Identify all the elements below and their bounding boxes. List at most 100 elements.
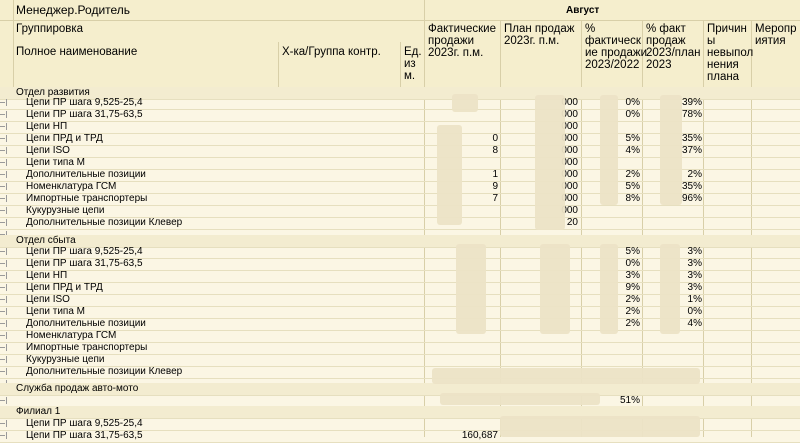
row-label: Номенклатура ГСМ <box>26 330 117 341</box>
fact-value: 9 <box>492 181 498 192</box>
row-label: Цепи ISO <box>26 145 70 156</box>
redaction-mark <box>456 244 486 334</box>
row-label: Цепи ПР шага 31,75-63,5 <box>26 109 143 120</box>
row-label: Кукурузные цепи <box>26 205 105 216</box>
full-name-header[interactable]: Полное наименование <box>16 46 137 58</box>
row-label: Дополнительные позиции <box>26 318 146 329</box>
expand-icon[interactable] <box>0 368 7 375</box>
expand-icon[interactable] <box>0 207 7 214</box>
expand-icon[interactable] <box>0 219 7 226</box>
expand-icon[interactable] <box>0 432 7 439</box>
col-divider <box>13 0 14 87</box>
reason-header-line3: невыпол <box>707 47 754 59</box>
group-label: Филиал 1 <box>16 406 61 417</box>
unit-header-line3: м. <box>404 70 416 82</box>
expand-icon[interactable] <box>0 332 7 339</box>
redaction-mark <box>600 95 618 205</box>
expand-icon[interactable] <box>0 248 7 255</box>
pct-header-line4: 2023/2022 <box>585 59 640 71</box>
redaction-mark <box>660 95 682 205</box>
reason-header-line5: плана <box>707 71 740 83</box>
reason-header-line1[interactable]: Причин <box>707 23 747 35</box>
col-divider <box>278 42 279 87</box>
expand-icon[interactable] <box>0 308 7 315</box>
unit-header-line1[interactable]: Ед. <box>404 46 422 58</box>
expand-icon[interactable] <box>0 147 7 154</box>
row-label: Дополнительные позиции <box>26 169 146 180</box>
fact-value: 8 <box>492 145 498 156</box>
expand-icon[interactable] <box>0 171 7 178</box>
expand-icon[interactable] <box>0 123 7 130</box>
reason-header-line2: ы <box>707 35 716 47</box>
fact-value: 7 <box>492 193 498 204</box>
fact-header-line1[interactable]: Фактические <box>428 23 496 35</box>
pct-header-line2: фактическ <box>585 35 641 47</box>
expand-icon[interactable] <box>0 260 7 267</box>
row-label: Цепи ПР шага 31,75-63,5 <box>26 258 143 269</box>
redaction-mark <box>660 244 680 334</box>
header-divider <box>0 20 800 21</box>
expand-icon[interactable] <box>0 356 7 363</box>
redaction-mark <box>452 94 478 112</box>
pctplan-header-line4: 2023 <box>646 59 672 71</box>
row-label: Импортные транспортеры <box>26 193 148 204</box>
expand-icon[interactable] <box>0 195 7 202</box>
expand-icon[interactable] <box>0 320 7 327</box>
row-label: Цепи ПРД и ТРД <box>26 282 103 293</box>
row-label: Цепи ПР шага 9,525-25,4 <box>26 246 143 257</box>
pctplan-header-line3: 2023/план <box>646 47 701 59</box>
redaction-mark <box>437 125 462 225</box>
redaction-mark <box>535 95 565 230</box>
expand-icon[interactable] <box>0 344 7 351</box>
expand-icon[interactable] <box>0 284 7 291</box>
expand-icon[interactable] <box>0 99 7 106</box>
row-label: Номенклатура ГСМ <box>26 181 117 192</box>
pctplan-header-line1[interactable]: % факт <box>646 23 686 35</box>
pct-header-line3: ие продажи <box>585 47 648 59</box>
row-label: Дополнительные позиции Клевер <box>26 366 183 377</box>
kontr-header[interactable]: Х-ка/Группа контр. <box>282 46 381 58</box>
expand-icon[interactable] <box>0 420 7 427</box>
expand-icon[interactable] <box>0 296 7 303</box>
manager-header[interactable]: Менеджер.Родитель <box>16 4 130 16</box>
fact-value: 0 <box>492 133 498 144</box>
redaction-mark <box>500 416 700 437</box>
unit-header-line2: из <box>404 58 416 70</box>
fact-header-line3: 2023г. п.м. <box>428 47 484 59</box>
plan-header-line2: 2023г. п.м. <box>504 35 560 47</box>
row-label: Цепи ПР шага 31,75-63,5 <box>26 430 143 441</box>
row-label: Цепи типа М <box>26 157 85 168</box>
expand-icon[interactable] <box>0 183 7 190</box>
measures-header-line1[interactable]: Меропр <box>755 23 797 35</box>
expand-icon[interactable] <box>0 397 7 404</box>
pct-header-line1[interactable]: % <box>585 23 595 35</box>
expand-icon[interactable] <box>0 111 7 118</box>
row-label: Импортные транспортеры <box>26 342 148 353</box>
row-label: Цепи ISO <box>26 294 70 305</box>
redaction-mark <box>432 368 700 384</box>
row-label: Цепи ПР шага 9,525-25,4 <box>26 418 143 429</box>
row-label: Цепи ПР шага 9,525-25,4 <box>26 97 143 108</box>
pctplan-header-line2: продаж <box>646 35 686 47</box>
fact-value: 160,687 <box>461 430 498 441</box>
expand-icon[interactable] <box>0 272 7 279</box>
month-header[interactable]: Август <box>566 5 599 17</box>
row-label: Цепи НП <box>26 121 68 132</box>
reason-header-line4: нения <box>707 59 739 71</box>
plan-header-line1[interactable]: План продаж <box>504 23 574 35</box>
row-label: Цепи типа М <box>26 306 85 317</box>
expand-icon[interactable] <box>0 159 7 166</box>
fact-header-line2: продажи <box>428 35 474 47</box>
expand-icon[interactable] <box>0 135 7 142</box>
row-label: Цепи ПРД и ТРД <box>26 133 103 144</box>
col-divider <box>400 42 401 87</box>
fact-value: 1 <box>492 169 498 180</box>
row-label: Кукурузные цепи <box>26 354 105 365</box>
redaction-mark <box>540 244 570 334</box>
redaction-mark <box>440 393 600 405</box>
group-label: Служба продаж авто-мото <box>16 383 139 394</box>
grouping-header[interactable]: Группировка <box>16 23 83 35</box>
redaction-mark <box>600 244 618 334</box>
measures-header-line2: иятия <box>755 35 786 47</box>
row-label: Дополнительные позиции Клевер <box>26 217 183 228</box>
